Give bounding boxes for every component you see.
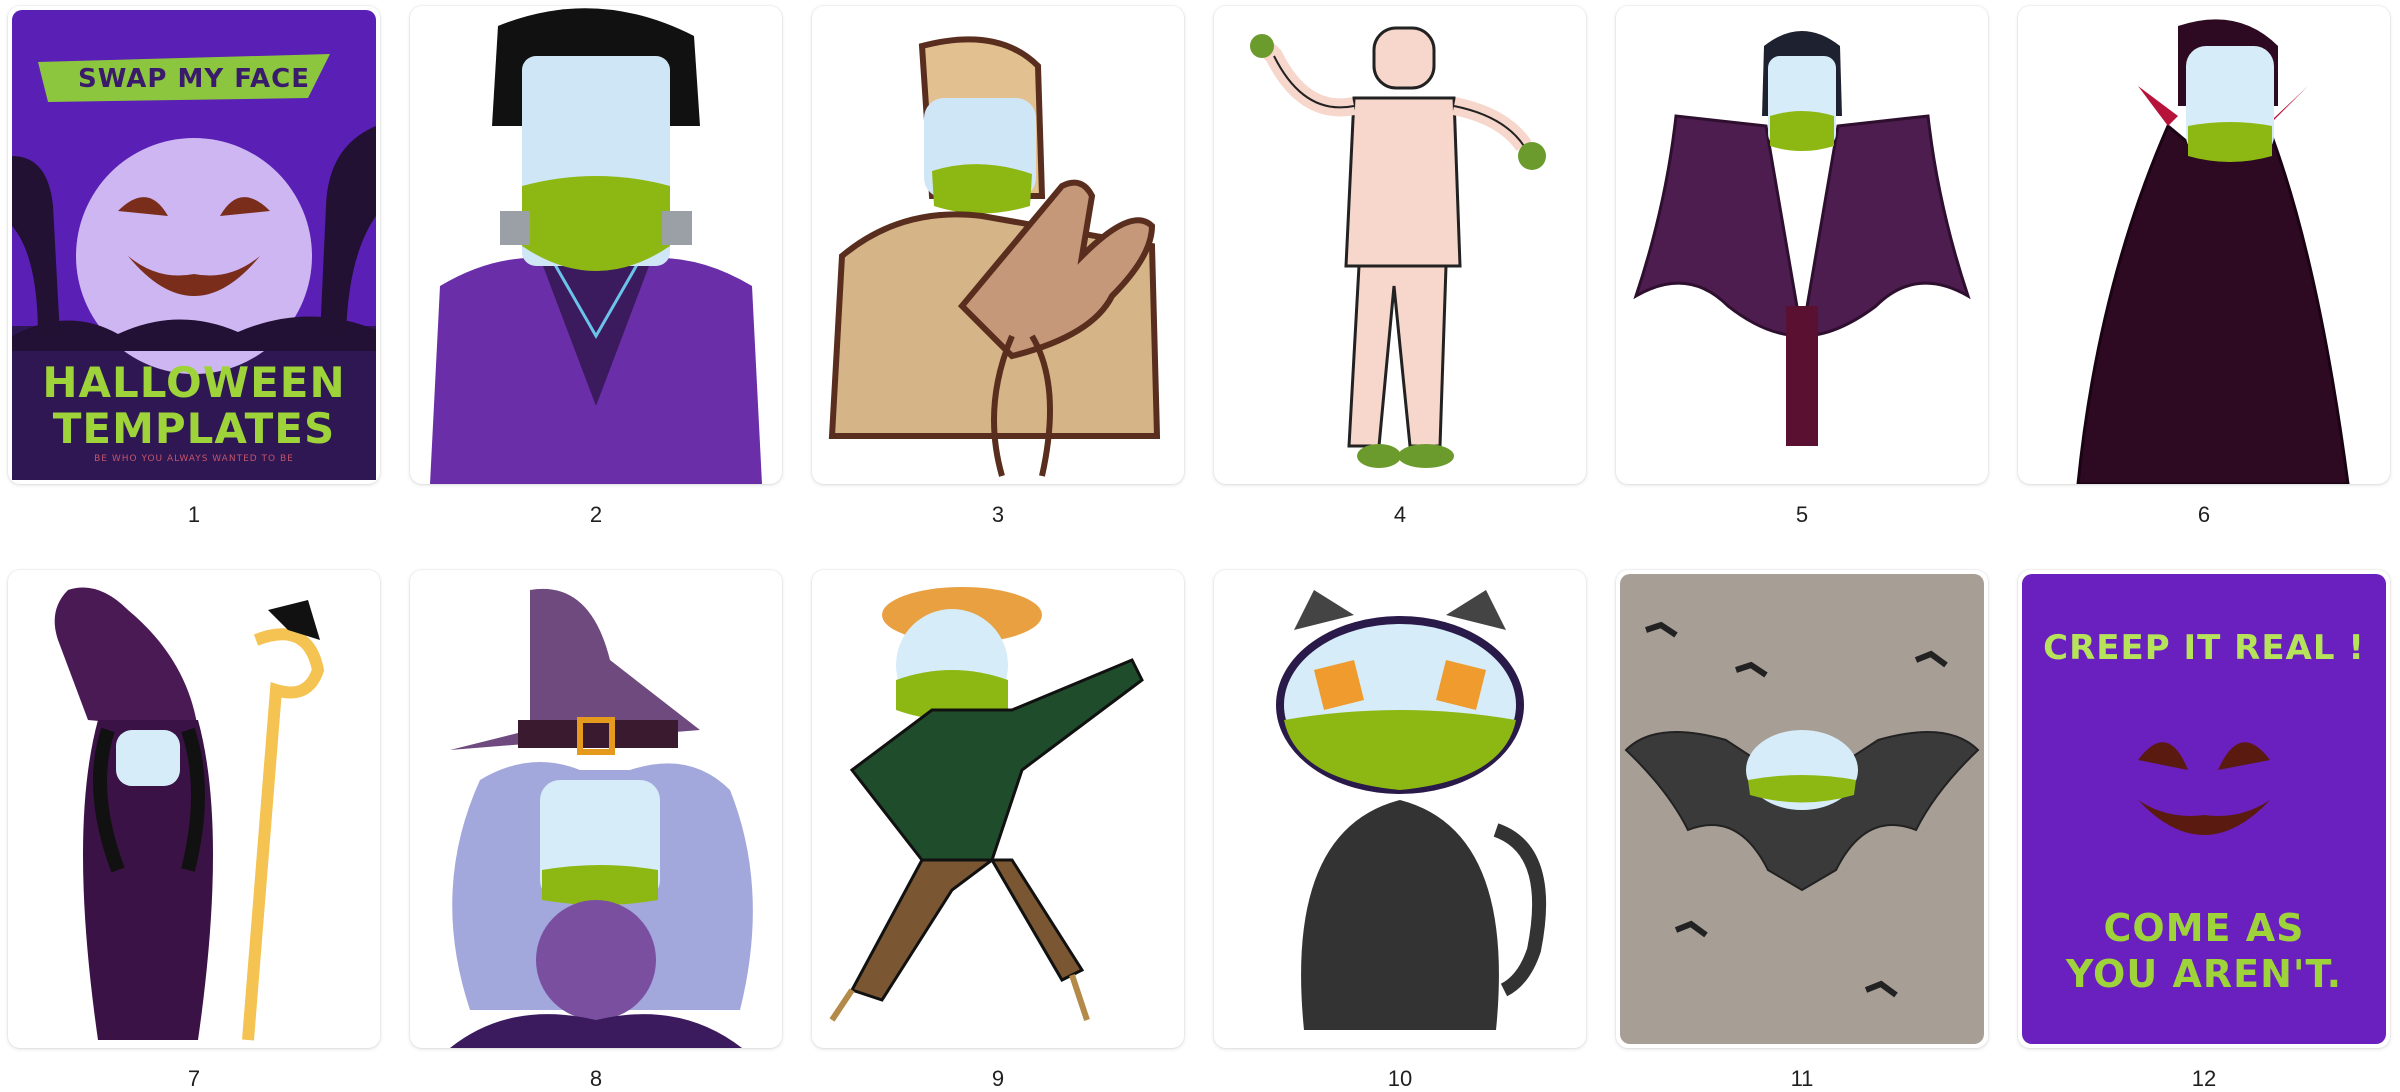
page-card[interactable] (812, 570, 1184, 1048)
headline-text: CREEP IT REAL ! (2043, 628, 2365, 668)
page-number: 8 (589, 1066, 603, 1091)
page-thumbnail-11[interactable]: 11 (1616, 570, 1988, 1092)
page-thumbnail-5[interactable]: 5 (1616, 6, 1988, 528)
cover-tagline: BE WHO YOU ALWAYS WANTED TO BE (94, 454, 294, 464)
page-number: 5 (1795, 502, 1809, 527)
page-thumbnail-6[interactable]: 6 (2018, 6, 2390, 528)
page-number: 12 (2191, 1066, 2217, 1091)
page-card[interactable]: CREEP IT REAL ! COME AS YOU AREN'T. (2018, 570, 2390, 1048)
page-thumbnail-2[interactable]: 2 (410, 6, 782, 528)
page-number: 10 (1387, 1066, 1413, 1091)
page-card[interactable] (1214, 6, 1586, 484)
page-card[interactable] (8, 570, 380, 1048)
cover-headline-line2: TEMPLATES (52, 404, 336, 453)
page-number: 3 (991, 502, 1005, 527)
page-card[interactable] (1616, 570, 1988, 1048)
mummy-full-body-art (1250, 26, 1546, 468)
page-thumbnail-3[interactable]: 3 (812, 6, 1184, 528)
page-thumbnail-4[interactable]: 4 (1214, 6, 1586, 528)
page-card[interactable] (410, 6, 782, 484)
vampire-cape-art (1633, 31, 1971, 446)
witch-crystal-ball-art (450, 588, 753, 1048)
page-card[interactable] (1616, 6, 1988, 484)
cover-title: SWAP MY FACE (78, 64, 310, 94)
cover-headline-line1: HALLOWEEN (42, 358, 346, 407)
page-number: 4 (1393, 502, 1407, 527)
page-number: 1 (187, 502, 201, 527)
page-number: 2 (589, 502, 603, 527)
page-number: 7 (187, 1066, 201, 1091)
frankenstein-costume-art (430, 8, 762, 484)
page-thumbnail-7[interactable]: 7 (8, 570, 380, 1092)
wizard-crow-art (54, 587, 325, 1041)
scarecrow-art (829, 587, 1144, 1022)
page-thumbnail-8[interactable]: 8 (410, 570, 782, 1092)
page-thumbnail-9[interactable]: 9 (812, 570, 1184, 1092)
page-thumbnail-12[interactable]: CREEP IT REAL ! COME AS YOU AREN'T. 12 (2018, 570, 2390, 1092)
page-card[interactable] (410, 570, 782, 1048)
page-card[interactable] (1214, 570, 1586, 1048)
page-number: 11 (1790, 1066, 1814, 1091)
page-card[interactable] (812, 6, 1184, 484)
footer-text-line2: YOU AREN'T. (2065, 952, 2343, 996)
page-number: 6 (2197, 502, 2211, 527)
page-thumbnail-1[interactable]: SWAP MY FACE HALLOWEEN TEMPLATES BE WHO … (8, 6, 380, 528)
dracula-cloak-art (2076, 19, 2350, 484)
page-thumbnail-grid: SWAP MY FACE HALLOWEEN TEMPLATES BE WHO … (0, 0, 2400, 1092)
footer-text-line1: COME AS (2103, 906, 2305, 950)
page-number: 9 (991, 1066, 1005, 1091)
bat-costume-art (1620, 574, 1984, 1044)
page-card[interactable]: SWAP MY FACE HALLOWEEN TEMPLATES BE WHO … (8, 6, 380, 484)
page-thumbnail-10[interactable]: 10 (1214, 570, 1586, 1092)
page-card[interactable] (2018, 6, 2390, 484)
mummy-hand-art (828, 36, 1161, 477)
black-cat-art (1276, 590, 1547, 1030)
